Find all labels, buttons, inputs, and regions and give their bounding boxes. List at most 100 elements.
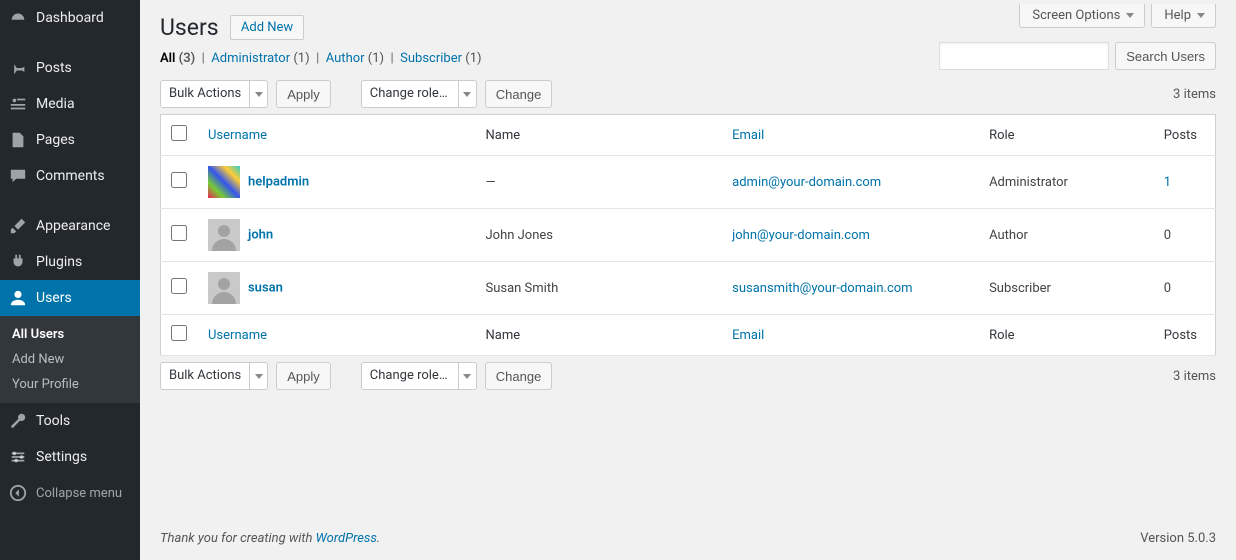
menu-label: Pages xyxy=(36,132,75,148)
chevron-down-icon xyxy=(249,363,267,389)
tablenav-bottom: Bulk Actions Apply Change role to… Chang… xyxy=(160,356,1216,396)
brush-icon xyxy=(8,216,28,236)
bulk-actions-select[interactable]: Bulk Actions xyxy=(160,80,268,108)
select-all-checkbox[interactable] xyxy=(171,125,187,141)
menu-plugins[interactable]: Plugins xyxy=(0,244,140,280)
col-name: Name xyxy=(475,115,722,156)
menu-comments[interactable]: Comments xyxy=(0,158,140,194)
submenu-add-new[interactable]: Add New xyxy=(0,347,140,372)
submenu-all-users[interactable]: All Users xyxy=(0,322,140,347)
plug-icon xyxy=(8,252,28,272)
col-role: Role xyxy=(979,315,1154,356)
chevron-down-icon xyxy=(458,363,476,389)
avatar xyxy=(208,166,240,198)
change-button[interactable]: Change xyxy=(485,80,553,108)
col-role: Role xyxy=(979,115,1154,156)
submenu-users: All Users Add New Your Profile xyxy=(0,316,140,403)
username-link[interactable]: john xyxy=(248,227,273,242)
items-count: 3 items xyxy=(1173,87,1216,102)
search-users-input[interactable] xyxy=(939,42,1109,70)
email-link[interactable]: susansmith@your-domain.com xyxy=(732,281,912,296)
menu-media[interactable]: Media xyxy=(0,86,140,122)
screen-options-label: Screen Options xyxy=(1032,8,1120,23)
collapse-icon xyxy=(8,483,28,503)
apply-button[interactable]: Apply xyxy=(276,80,331,108)
table-row: helpadmin—admin@your-domain.comAdministr… xyxy=(161,156,1216,209)
wrench-icon xyxy=(8,411,28,431)
tablenav-top: Bulk Actions Apply Change role to… Chang… xyxy=(160,74,1216,114)
avatar xyxy=(208,219,240,251)
page-icon xyxy=(8,130,28,150)
cell-posts: 0 xyxy=(1154,262,1216,315)
screen-options-button[interactable]: Screen Options xyxy=(1019,4,1145,28)
submenu-your-profile[interactable]: Your Profile xyxy=(0,372,140,397)
cell-posts[interactable]: 1 xyxy=(1154,156,1216,209)
change-role-select[interactable]: Change role to… xyxy=(361,80,477,108)
row-checkbox[interactable] xyxy=(171,278,187,294)
chevron-down-icon xyxy=(1197,13,1205,18)
menu-pages[interactable]: Pages xyxy=(0,122,140,158)
comment-icon xyxy=(8,166,28,186)
add-new-button[interactable]: Add New xyxy=(230,15,304,40)
avatar xyxy=(208,272,240,304)
table-row: susan Susan Smith susansmith@your-domain.c… xyxy=(161,262,1216,315)
page-title: Users xyxy=(160,0,219,41)
pin-icon xyxy=(8,58,28,78)
row-checkbox[interactable] xyxy=(171,225,187,241)
chevron-down-icon xyxy=(458,81,476,107)
col-posts: Posts xyxy=(1154,115,1216,156)
sliders-icon xyxy=(8,447,28,467)
filter-administrator[interactable]: Administrator xyxy=(211,51,290,66)
menu-tools[interactable]: Tools xyxy=(0,403,140,439)
menu-settings[interactable]: Settings xyxy=(0,439,140,475)
cell-name: Susan Smith xyxy=(475,262,722,315)
col-email[interactable]: Email xyxy=(722,315,979,356)
menu-label: Media xyxy=(36,96,75,112)
menu-dashboard[interactable]: Dashboard xyxy=(0,0,140,36)
footer-thanks: Thank you for creating with xyxy=(160,531,316,546)
menu-appearance[interactable]: Appearance xyxy=(0,208,140,244)
cell-role: Author xyxy=(979,209,1154,262)
menu-label: Collapse menu xyxy=(36,486,122,501)
col-username[interactable]: Username xyxy=(198,115,475,156)
filter-all[interactable]: All (3) xyxy=(160,51,195,66)
apply-button-bottom[interactable]: Apply xyxy=(276,362,331,390)
menu-collapse[interactable]: Collapse menu xyxy=(0,475,140,511)
bulk-actions-select-bottom[interactable]: Bulk Actions xyxy=(160,362,268,390)
help-button[interactable]: Help xyxy=(1151,4,1216,28)
email-link[interactable]: john@your-domain.com xyxy=(732,228,870,243)
admin-sidebar: Dashboard Posts Media Pages Comments App… xyxy=(0,0,140,560)
chevron-down-icon xyxy=(1126,13,1134,18)
username-link[interactable]: susan xyxy=(248,280,283,295)
search-users-button[interactable]: Search Users xyxy=(1115,42,1216,70)
change-button-bottom[interactable]: Change xyxy=(485,362,553,390)
username-link[interactable]: helpadmin xyxy=(248,174,309,189)
menu-label: Comments xyxy=(36,168,105,184)
cell-name: John Jones xyxy=(475,209,722,262)
items-count-bottom: 3 items xyxy=(1173,369,1216,384)
wordpress-link[interactable]: WordPress xyxy=(316,531,377,546)
menu-posts[interactable]: Posts xyxy=(0,50,140,86)
users-table: Username Name Email Role Posts helpadmin… xyxy=(160,114,1216,356)
menu-label: Posts xyxy=(36,60,72,76)
menu-label: Plugins xyxy=(36,254,82,270)
change-role-select-bottom[interactable]: Change role to… xyxy=(361,362,477,390)
user-icon xyxy=(8,288,28,308)
help-label: Help xyxy=(1164,8,1191,23)
select-all-checkbox-bottom[interactable] xyxy=(171,325,187,341)
chevron-down-icon xyxy=(249,81,267,107)
menu-label: Users xyxy=(36,290,72,306)
col-email[interactable]: Email xyxy=(722,115,979,156)
main-content: Screen Options Help Users Add New All (3… xyxy=(140,0,1236,560)
table-row: john John Jones john@your-domain.com Author… xyxy=(161,209,1216,262)
col-username[interactable]: Username xyxy=(198,315,475,356)
filter-subscriber[interactable]: Subscriber xyxy=(400,51,462,66)
email-link[interactable]: admin@your-domain.com xyxy=(732,175,881,190)
cell-name: — xyxy=(475,156,722,209)
col-name: Name xyxy=(475,315,722,356)
row-checkbox[interactable] xyxy=(171,172,187,188)
filter-author[interactable]: Author xyxy=(326,51,365,66)
cell-role: Subscriber xyxy=(979,262,1154,315)
menu-users[interactable]: Users xyxy=(0,280,140,316)
admin-footer: Thank you for creating with WordPress. V… xyxy=(140,517,1236,560)
